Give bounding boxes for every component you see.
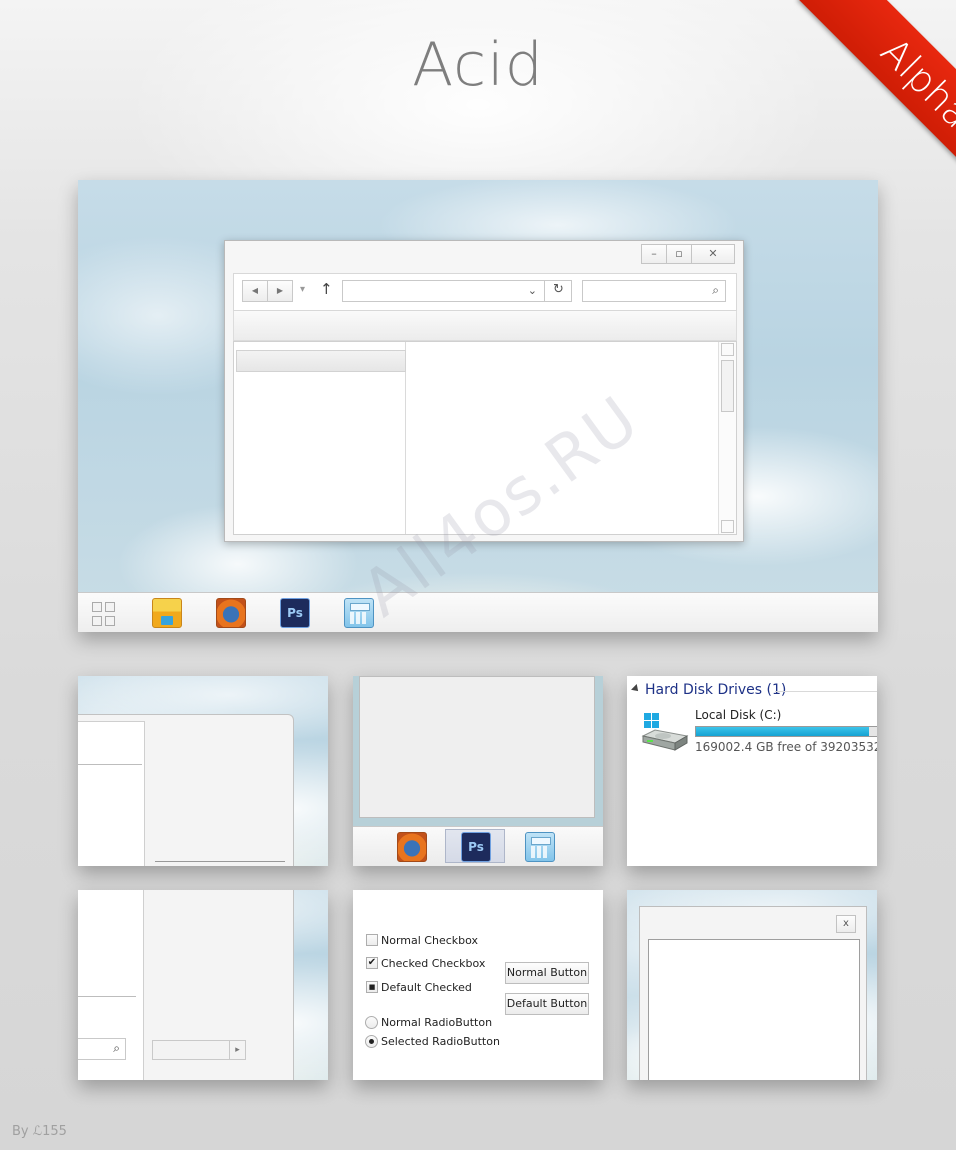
start-button-icon[interactable] (92, 602, 116, 626)
preview-controls: Normal Checkbox ✔ Checked Checkbox ■ Def… (353, 890, 603, 1080)
dialog-content (648, 939, 860, 1080)
default-checked-checkbox[interactable]: ■ (366, 981, 378, 993)
file-explorer-icon[interactable] (152, 598, 182, 628)
preview-taskbar: Ps (353, 676, 603, 866)
alpha-ribbon: Alpha (756, 0, 956, 200)
address-bar[interactable]: ⌄ (342, 280, 572, 302)
scroll-up-button[interactable] (721, 343, 734, 356)
author-credit: By ℒ155 (12, 1124, 67, 1139)
preview-hard-disk: Hard Disk Drives (1) Local Disk (C:) 169… (627, 676, 877, 866)
hard-drive-icon (641, 713, 689, 751)
forward-button[interactable]: ▶ (267, 280, 293, 302)
preview-window-corner (78, 676, 328, 866)
normal-checkbox-label: Normal Checkbox (381, 934, 479, 947)
recent-locations-icon[interactable]: ▾ (300, 284, 305, 295)
refresh-icon[interactable]: ↻ (544, 280, 572, 302)
normal-button[interactable]: Normal Button (505, 962, 589, 984)
checked-checkbox-label: Checked Checkbox (381, 957, 486, 970)
default-button[interactable]: Default Button (505, 993, 589, 1015)
scroll-right-icon[interactable]: ▸ (229, 1041, 245, 1059)
command-bar (233, 311, 737, 341)
collapse-triangle-icon[interactable] (631, 684, 641, 694)
navigation-pane-selected-item[interactable] (236, 350, 406, 372)
window-frame (359, 676, 595, 818)
calculator-icon[interactable] (525, 832, 555, 862)
caption-buttons: – ▫ ✕ (641, 244, 735, 264)
default-checked-label: Default Checked (381, 981, 472, 994)
divider (155, 861, 285, 862)
chevron-down-icon[interactable]: ⌄ (528, 284, 537, 297)
normal-radiobutton-label: Normal RadioButton (381, 1016, 493, 1029)
minimize-button[interactable]: – (641, 244, 667, 264)
ribbon-label: Alpha (798, 0, 956, 200)
group-title[interactable]: Hard Disk Drives (1) (645, 682, 786, 698)
taskbar: Ps (78, 592, 878, 632)
scroll-thumb[interactable] (721, 360, 734, 412)
scroll-down-button[interactable] (721, 520, 734, 533)
search-input[interactable]: ⌕ (78, 1038, 126, 1060)
firefox-icon[interactable] (216, 598, 246, 628)
selected-radiobutton[interactable] (365, 1035, 378, 1048)
close-button[interactable]: ✕ (691, 244, 735, 264)
taskbar: Ps (353, 826, 603, 866)
window-frame (78, 714, 294, 866)
window-frame: ⌕ ▸ (78, 890, 294, 1080)
preview-window-search: ⌕ ▸ (78, 890, 328, 1080)
search-input[interactable]: ⌕ (582, 280, 726, 302)
vertical-scrollbar[interactable] (718, 342, 736, 534)
selected-radiobutton-label: Selected RadioButton (381, 1035, 500, 1048)
horizontal-scrollbar[interactable]: ▸ (152, 1040, 246, 1060)
drive-usage-bar (695, 726, 877, 737)
firefox-icon[interactable] (397, 832, 427, 862)
navigation-bar: ◀ ▶ ▾ ↑ ⌄ ↻ ⌕ (233, 273, 737, 311)
preview-dialog: x (627, 890, 877, 1080)
photoshop-icon[interactable]: Ps (461, 832, 491, 862)
drive-free-space: 169002.4 GB free of 39203532 GB (695, 740, 877, 754)
navigation-pane (78, 721, 145, 866)
maximize-button[interactable]: ▫ (666, 244, 692, 264)
drive-name[interactable]: Local Disk (C:) (695, 708, 781, 722)
normal-radiobutton[interactable] (365, 1016, 378, 1029)
search-icon: ⌕ (712, 283, 719, 297)
close-button[interactable]: x (836, 915, 856, 933)
calculator-icon[interactable] (344, 598, 374, 628)
back-button[interactable]: ◀ (242, 280, 268, 302)
photoshop-icon[interactable]: Ps (280, 598, 310, 628)
search-icon: ⌕ (113, 1041, 120, 1055)
navigation-pane (234, 342, 406, 534)
normal-checkbox[interactable] (366, 934, 378, 946)
dialog-window: x (639, 906, 867, 1080)
checked-checkbox[interactable]: ✔ (366, 957, 378, 969)
up-arrow-icon[interactable]: ↑ (320, 280, 333, 298)
drive-usage-fill (696, 727, 869, 736)
